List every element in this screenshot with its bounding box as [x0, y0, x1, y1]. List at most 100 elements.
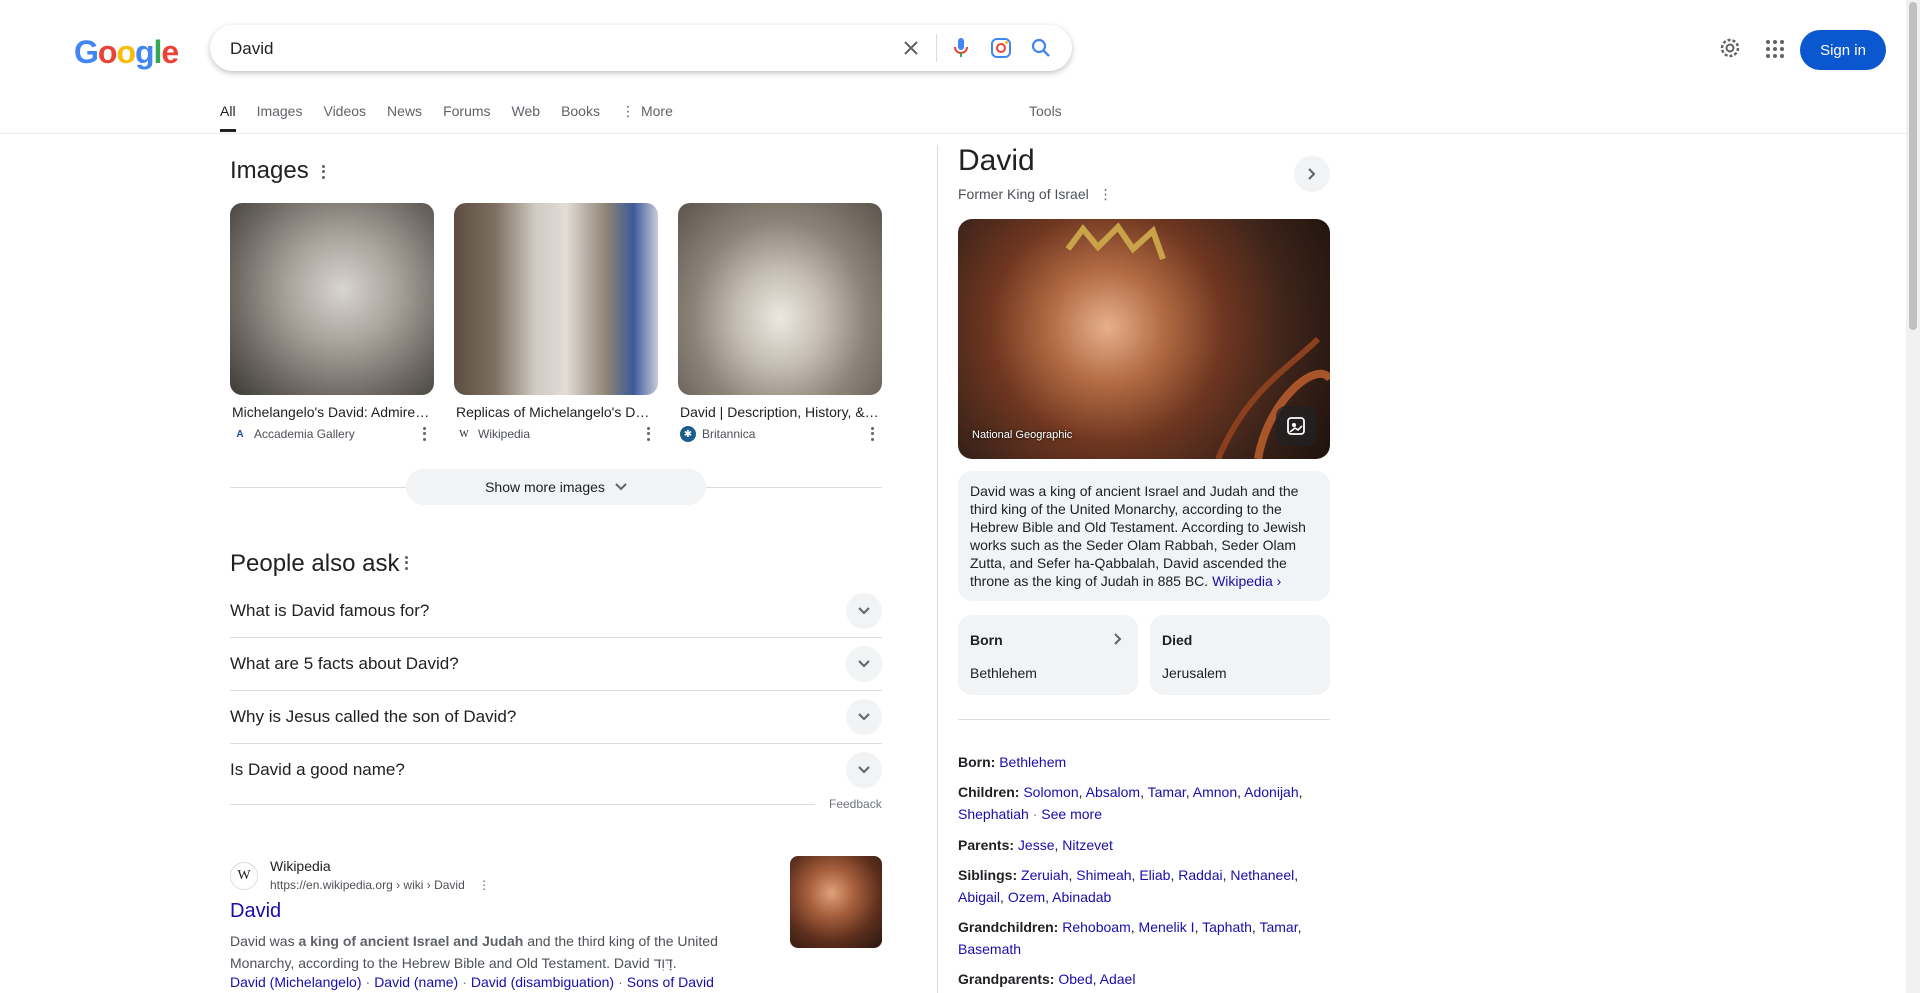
- tab-videos[interactable]: Videos: [323, 100, 366, 132]
- microphone-icon[interactable]: [948, 35, 974, 61]
- kp-fact-link[interactable]: Obed: [1058, 971, 1092, 987]
- replica-statue-image[interactable]: [454, 203, 658, 395]
- statue-gallery-image[interactable]: [678, 203, 882, 395]
- paa-question[interactable]: What are 5 facts about David?: [230, 638, 882, 691]
- kp-fact-link[interactable]: Bethlehem: [999, 754, 1066, 770]
- tab-more[interactable]: ⋮ More: [621, 100, 673, 132]
- kp-fact-link[interactable]: Tamar: [1148, 784, 1186, 800]
- feedback-link[interactable]: Feedback: [829, 797, 882, 811]
- tab-all[interactable]: All: [220, 100, 236, 132]
- apps-icon[interactable]: [1765, 39, 1785, 64]
- tab-images[interactable]: Images: [257, 100, 303, 132]
- images-section-title: Images: [230, 157, 309, 184]
- kp-next-button[interactable]: [1294, 156, 1330, 192]
- kp-fact-link[interactable]: Solomon: [1023, 784, 1078, 800]
- show-more-images-button[interactable]: Show more images: [406, 469, 706, 505]
- result-site-name[interactable]: Wikipedia: [270, 858, 331, 874]
- chevron-right-icon: [1308, 168, 1316, 180]
- kp-fact-parents: Parents: Jesse, Nitzevet: [958, 837, 1113, 853]
- image-more-icon[interactable]: [865, 426, 879, 442]
- kp-fact-link[interactable]: Shimeah: [1076, 867, 1131, 883]
- result-thumbnail[interactable]: [790, 856, 882, 948]
- kp-portrait-image[interactable]: [958, 219, 1330, 459]
- images-menu-icon[interactable]: [316, 164, 330, 180]
- kp-fact-link[interactable]: Jesse: [1018, 837, 1055, 853]
- kp-fact-link[interactable]: Taphath: [1202, 919, 1252, 935]
- image-caption[interactable]: David | Description, History, & Facts ..…: [680, 404, 880, 420]
- paa-question[interactable]: Why is Jesus called the son of David?: [230, 691, 882, 744]
- snippet-text: David was: [230, 933, 299, 949]
- tab-books[interactable]: Books: [561, 100, 600, 132]
- tab-news[interactable]: News: [387, 100, 422, 132]
- image-source-label: Wikipedia: [478, 427, 531, 441]
- image-more-icon[interactable]: [417, 426, 431, 442]
- clear-icon[interactable]: [898, 35, 924, 61]
- settings-icon[interactable]: [1718, 36, 1742, 65]
- kp-fact-link[interactable]: Absalom: [1086, 784, 1140, 800]
- people-also-ask-title: People also ask: [230, 550, 400, 577]
- sitelink[interactable]: David (disambiguation): [471, 974, 614, 990]
- result-url[interactable]: https://en.wikipedia.org › wiki › David …: [270, 878, 490, 892]
- kp-died-card[interactable]: Died Jerusalem: [1150, 615, 1330, 695]
- page-scrollbar[interactable]: [1906, 0, 1920, 993]
- accademia-favicon-icon: A: [236, 428, 244, 440]
- search-input[interactable]: [230, 37, 880, 61]
- chevron-down-icon[interactable]: [846, 593, 882, 629]
- kp-fact-link[interactable]: Shephatiah: [958, 806, 1029, 822]
- search-box[interactable]: [210, 25, 1072, 71]
- paa-question-text: What is David famous for?: [230, 601, 430, 620]
- kp-image-credit[interactable]: National Geographic: [972, 429, 1072, 441]
- kp-fact-link[interactable]: Nethaneel: [1230, 867, 1294, 883]
- image-result[interactable]: Replicas of Michelangelo's David ... W W…: [454, 203, 658, 442]
- kp-menu-icon[interactable]: ⋮: [1099, 186, 1113, 202]
- paa-question[interactable]: Is David a good name?: [230, 744, 882, 797]
- sitelink[interactable]: David (Michelangelo): [230, 974, 362, 990]
- kp-born-label: Born: [970, 632, 1003, 648]
- kp-fact-link[interactable]: Amnon: [1193, 784, 1237, 800]
- kp-born-card[interactable]: Born Bethlehem: [958, 615, 1138, 695]
- sitelink[interactable]: David (name): [374, 974, 458, 990]
- kp-fact-link[interactable]: Abigail: [958, 889, 1000, 905]
- kp-wikipedia-link[interactable]: Wikipedia ›: [1212, 573, 1281, 589]
- sitelink[interactable]: Sons of David: [627, 974, 714, 990]
- kp-fact-link[interactable]: Adael: [1100, 971, 1136, 987]
- image-result[interactable]: David | Description, History, & Facts ..…: [678, 203, 882, 442]
- kp-fact-link[interactable]: Basemath: [958, 941, 1021, 957]
- result-title-link[interactable]: David: [230, 900, 281, 923]
- sitelink-separator: ·: [462, 974, 467, 990]
- image-result[interactable]: Michelangelo's David: Admired for its ..…: [230, 203, 434, 442]
- image-caption[interactable]: Replicas of Michelangelo's David ...: [456, 404, 656, 420]
- paa-menu-icon[interactable]: [399, 555, 413, 571]
- kp-fact-born: Born: Bethlehem: [958, 751, 1330, 773]
- lens-icon[interactable]: [988, 35, 1014, 61]
- google-logo[interactable]: Google: [74, 34, 179, 71]
- scrollbar-thumb[interactable]: [1909, 2, 1917, 330]
- kp-fact-link[interactable]: Zeruiah: [1021, 867, 1068, 883]
- statue-face-image[interactable]: [230, 203, 434, 395]
- kp-fact-link[interactable]: Menelik I: [1139, 919, 1195, 935]
- image-more-icon[interactable]: [641, 426, 655, 442]
- paa-question[interactable]: What is David famous for?: [230, 585, 882, 638]
- sitelink-separator: ·: [618, 974, 623, 990]
- chevron-down-icon[interactable]: [846, 752, 882, 788]
- kp-see-more-link[interactable]: See more: [1041, 806, 1102, 822]
- kp-fact-link[interactable]: Abinadab: [1052, 889, 1111, 905]
- search-icon[interactable]: [1028, 35, 1054, 61]
- kp-fact-link[interactable]: Nitzevet: [1062, 837, 1113, 853]
- chevron-down-icon[interactable]: [846, 699, 882, 735]
- tab-web[interactable]: Web: [512, 100, 541, 132]
- kp-fact-link[interactable]: Eliab: [1139, 867, 1170, 883]
- tab-forums[interactable]: Forums: [443, 100, 490, 132]
- tools-button[interactable]: Tools: [1029, 103, 1062, 119]
- kp-fact-link[interactable]: Rehoboam: [1062, 919, 1131, 935]
- kp-fact-link[interactable]: Tamar: [1259, 919, 1297, 935]
- image-caption[interactable]: Michelangelo's David: Admired for its ..…: [232, 404, 432, 420]
- kp-fact-link[interactable]: Ozem: [1008, 889, 1045, 905]
- sign-in-button[interactable]: Sign in: [1800, 30, 1886, 70]
- chevron-down-icon[interactable]: [846, 646, 882, 682]
- result-menu-icon[interactable]: ⋮: [478, 878, 490, 892]
- kp-fact-link[interactable]: Raddai: [1178, 867, 1222, 883]
- tab-more-label: More: [640, 103, 673, 119]
- kp-fact-link[interactable]: Adonijah: [1244, 784, 1299, 800]
- image-search-icon[interactable]: [1276, 406, 1316, 446]
